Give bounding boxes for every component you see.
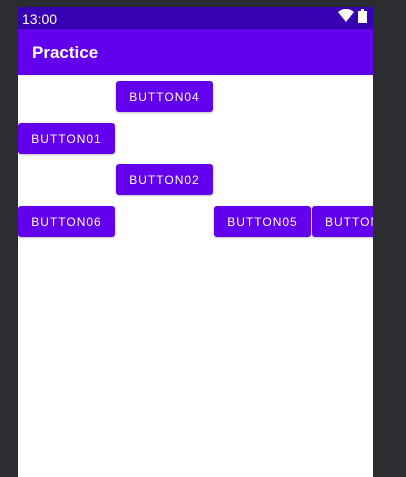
button05[interactable]: BUTTON05 — [214, 206, 311, 237]
button04[interactable]: BUTTON04 — [116, 81, 213, 112]
device-screen: 13:00 Practice BUTTON04 BUTTON01 BUTTON0… — [18, 7, 373, 477]
app-title: Practice — [32, 43, 99, 62]
status-time: 13:00 — [22, 11, 58, 27]
app-bar: Practice — [18, 29, 373, 75]
status-bar: 13:00 — [18, 7, 373, 29]
button02[interactable]: BUTTON02 — [116, 164, 213, 195]
status-icons — [338, 8, 367, 28]
wifi-icon — [338, 8, 354, 27]
battery-icon — [358, 8, 367, 28]
content-area: BUTTON04 BUTTON01 BUTTON02 BUTTON06 BUTT… — [18, 75, 373, 477]
button03[interactable]: BUTTON03 — [312, 206, 373, 237]
button01[interactable]: BUTTON01 — [18, 123, 115, 154]
button06[interactable]: BUTTON06 — [18, 206, 115, 237]
